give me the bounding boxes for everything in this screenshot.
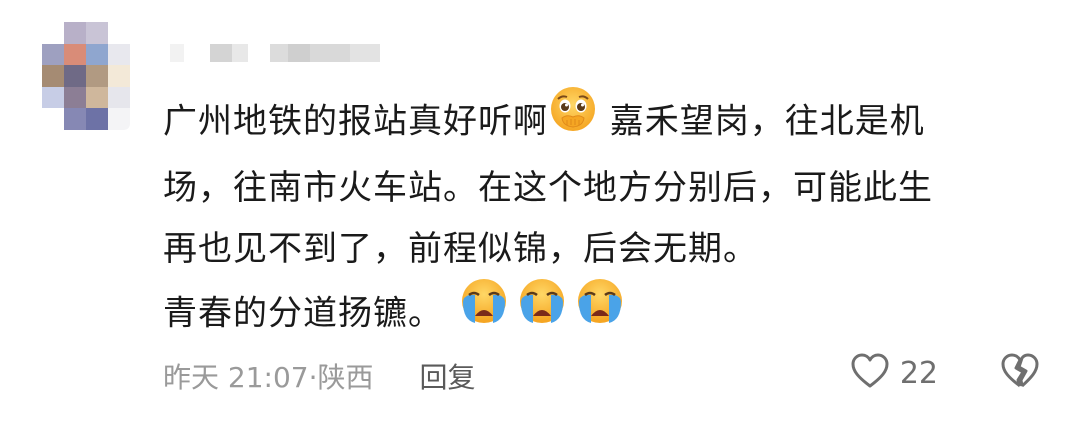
broken-heart-icon [1000, 352, 1040, 394]
comment-text-segment: 再也见不到了，前程似锦，后会无期。 [163, 229, 758, 269]
comment-line: 青春的分道扬镳。 [163, 279, 1043, 350]
comment-text-segment: 青春的分道扬镳。 [163, 293, 443, 334]
comment-meta: 昨天 21:07·陕西 回复 [163, 356, 476, 396]
like-button[interactable]: 22 [850, 352, 938, 394]
comment-text: 广州地铁的报站真好听啊 嘉禾望岗，往北是机 场，往南市火车站。在这个地方分别后，… [163, 87, 1043, 350]
heart-outline-icon [850, 352, 890, 394]
comment-item: 广州地铁的报站真好听啊 嘉禾望岗，往北是机 场，往南市火车站。在这个地方分别后，… [0, 0, 1080, 422]
comment-text-segment: 场，往南市火车站。在这个地方分别后，可能此生 [163, 168, 933, 208]
comment-actions: 22 [850, 352, 1040, 394]
username[interactable] [170, 44, 380, 62]
loudly-crying-face-emoji [457, 276, 511, 346]
like-count: 22 [899, 355, 938, 391]
pleading-face-emoji [548, 84, 598, 154]
comment-line: 再也见不到了，前程似锦，后会无期。 [163, 219, 1043, 280]
loudly-crying-face-emoji [573, 276, 627, 346]
dislike-button[interactable] [1000, 352, 1040, 394]
reply-button[interactable]: 回复 [420, 356, 476, 396]
avatar[interactable] [42, 22, 130, 130]
comment-text-segment: 广州地铁的报站真好听啊 [163, 101, 548, 142]
loudly-crying-face-emoji [515, 276, 569, 346]
comment-line: 场，往南市火车站。在这个地方分别后，可能此生 [163, 158, 1043, 219]
timestamp-location: 昨天 21:07·陕西 [163, 361, 374, 394]
comment-line: 广州地铁的报站真好听啊 嘉禾望岗，往北是机 [163, 87, 1043, 158]
comment-text-segment: 嘉禾望岗，往北是机 [598, 101, 925, 142]
